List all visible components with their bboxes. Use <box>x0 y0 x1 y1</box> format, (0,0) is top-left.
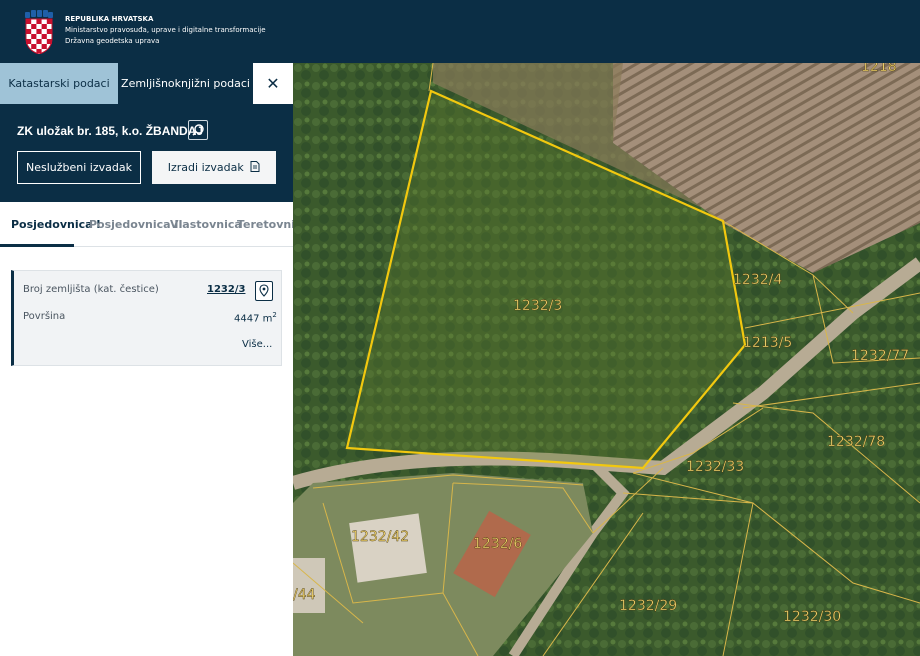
croatian-coat-of-arms-icon <box>25 10 53 54</box>
page-title: ZK uložak br. 185, k.o. ŽBANDAJ <box>17 124 204 138</box>
info-panel: Katastarski podaci Zemljišnoknjižni poda… <box>0 63 309 656</box>
tab-posjedovnica-i[interactable]: Posjedovnica I <box>11 202 100 247</box>
house <box>349 513 427 583</box>
header-line-1: REPUBLIKA HRVATSKA <box>65 15 154 23</box>
orthophoto-map[interactable]: 1218 1232/3 1232/4 1213/5 1232/77 1232/7… <box>293 63 920 656</box>
parcel-label: 1213/5 <box>743 335 792 351</box>
tab-posjedovnica-ii[interactable]: Posjedovnica II <box>89 202 183 247</box>
tab-zemljisnoknjizni-podaci[interactable]: Zemljišnoknjižni podaci <box>118 63 253 104</box>
create-extract-button[interactable]: Izradi izvadak <box>152 151 276 184</box>
more-link[interactable]: Više... <box>242 339 272 350</box>
document-icon <box>250 161 260 172</box>
close-icon[interactable]: ✕ <box>253 63 293 104</box>
parcel-card: Broj zemljišta (kat. čestice) 1232/3 Pov… <box>11 270 282 366</box>
create-extract-label: Izradi izvadak <box>167 161 244 174</box>
parcel-number-label: Broj zemljišta (kat. čestice) <box>23 284 159 295</box>
subtabs: Posjedovnica I Posjedovnica II Vlastovni… <box>0 202 309 247</box>
parcel-label: 1232/77 <box>851 348 909 364</box>
parcel-label: /44 <box>293 587 316 603</box>
parcel-label: 1232/30 <box>783 609 841 625</box>
area-value: 4447 m2 <box>234 311 277 324</box>
area-number: 4447 m <box>234 313 273 325</box>
header-line-2: Ministarstvo pravosuđa, uprave i digital… <box>65 26 266 34</box>
tab-vlastovnica[interactable]: Vlastovnica <box>170 202 242 247</box>
panel-header: ZK uložak br. 185, k.o. ŽBANDAJ Neslužbe… <box>0 104 293 202</box>
panel-tabs: Katastarski podaci Zemljišnoknjižni poda… <box>0 63 293 104</box>
parcel-label: 1218 <box>861 63 897 75</box>
ministry-name: REPUBLIKA HRVATSKA Ministarstvo pravosuđ… <box>65 14 266 47</box>
area-unit-exponent: 2 <box>272 311 277 319</box>
map-pin-icon <box>259 284 269 297</box>
search-icon <box>192 124 204 136</box>
parcel-label: 1232/3 <box>513 298 562 314</box>
unofficial-extract-button[interactable]: Neslužbeni izvadak <box>17 151 141 184</box>
parcel-label: 1232/33 <box>686 459 744 475</box>
site-header: REPUBLIKA HRVATSKA Ministarstvo pravosuđ… <box>0 0 920 63</box>
tab-katastarski-podaci[interactable]: Katastarski podaci <box>0 63 118 104</box>
parcel-number-link[interactable]: 1232/3 <box>207 284 245 295</box>
header-line-3: Državna geodetska uprava <box>65 37 160 45</box>
parcel-label: 1232/4 <box>733 272 782 288</box>
parcel-label: 1232/78 <box>827 434 885 450</box>
locate-parcel-button[interactable] <box>255 281 273 301</box>
area-label: Površina <box>23 311 66 322</box>
active-tab-indicator <box>0 244 74 247</box>
house <box>293 558 325 613</box>
parcel-label: 1232/42 <box>351 529 409 545</box>
search-button[interactable] <box>188 120 208 140</box>
parcel-label: 1232/6 <box>473 536 522 552</box>
parcel-label: 1232/29 <box>619 598 677 614</box>
map-view[interactable]: 1218 1232/3 1232/4 1213/5 1232/77 1232/7… <box>293 63 920 656</box>
